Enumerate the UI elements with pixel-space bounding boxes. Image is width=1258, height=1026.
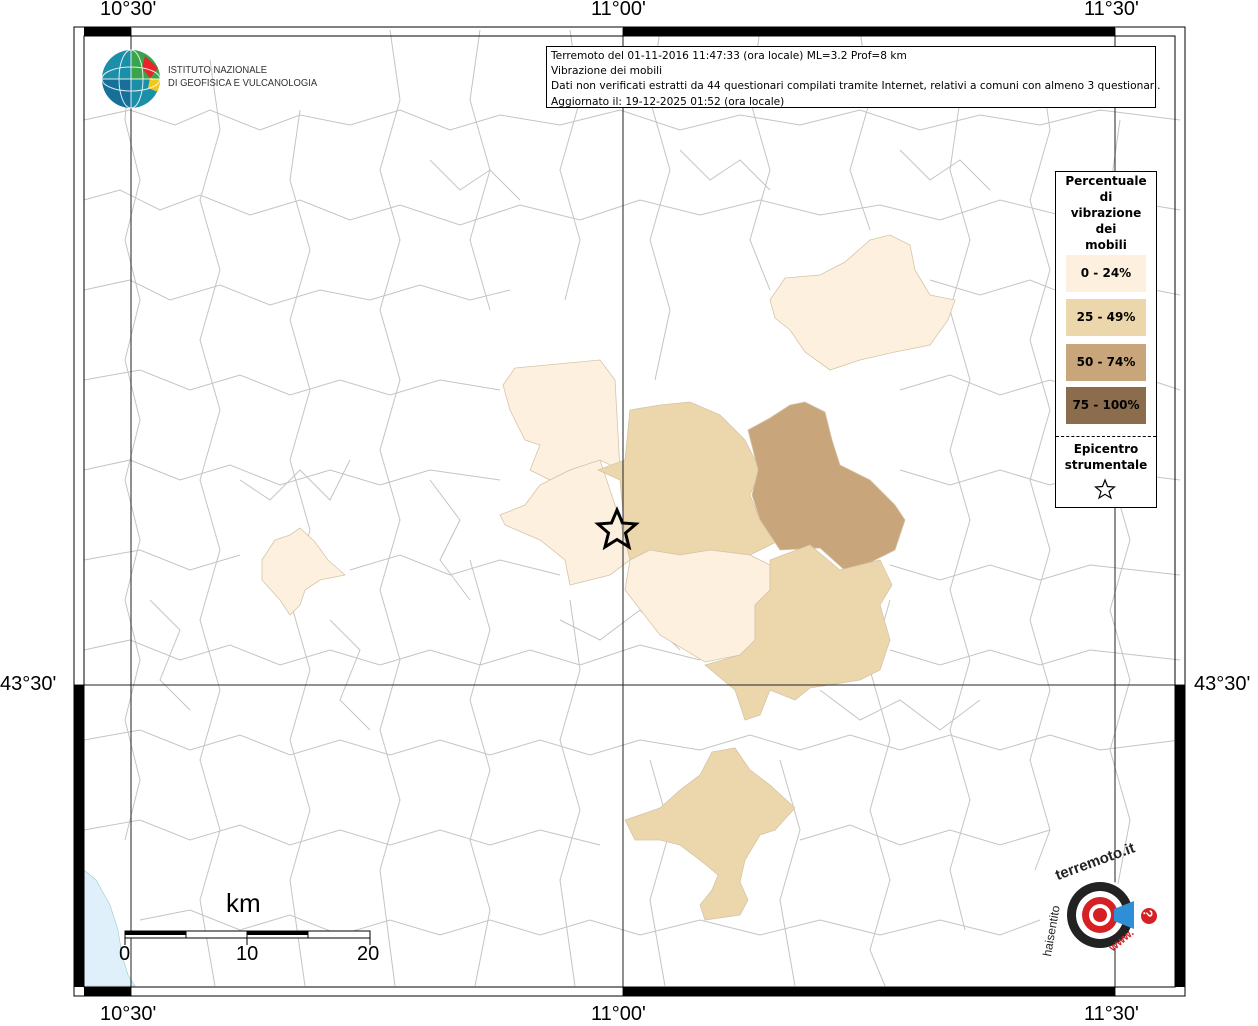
scale-tick-0: 0	[119, 943, 131, 965]
legend-title-line: Percentuale	[1065, 174, 1147, 188]
legend-title-line: di	[1099, 190, 1113, 204]
logo-line-2: DI GEOFISICA E VULCANOLOGIA	[168, 77, 318, 89]
legend-item-0-24: 0 - 24%	[1066, 255, 1146, 292]
lat-label-right: 43°30'	[1194, 673, 1251, 695]
data-note: Dati non verificati estratti da 44 quest…	[551, 80, 1161, 93]
intensity-polygons	[261, 234, 956, 921]
lon-label-top-right: 11°30'	[1084, 0, 1139, 20]
update-time: Aggiornato il: 19-12-2025 01:52 (ora loc…	[551, 95, 785, 108]
ingv-logo: ISTITUTO NAZIONALE DI GEOFISICA E VULCAN…	[100, 48, 320, 110]
legend-title: Percentuale di vibrazione dei mobili	[1056, 173, 1156, 253]
lon-label-bottom-left: 10°30'	[100, 1003, 157, 1025]
globe-icon	[101, 49, 161, 109]
municipality-dark-east	[747, 401, 906, 576]
municipality-light-south	[624, 549, 771, 663]
municipality-light-far-west	[261, 527, 346, 616]
scale-tick-10: 10	[236, 943, 259, 965]
logo-line-1: ISTITUTO NAZIONALE	[168, 64, 268, 76]
legend-title-line: vibrazione	[1070, 206, 1142, 220]
legend-title-line: mobili	[1085, 238, 1127, 252]
municipality-light-northwest	[502, 359, 621, 481]
lon-label-top-center: 11°00'	[591, 0, 646, 20]
legend-item-25-49: 25 - 49%	[1066, 299, 1146, 336]
legend-item-75-100: 75 - 100%	[1066, 387, 1146, 424]
event-title: Terremoto del 01-11-2016 11:47:33 (ora l…	[551, 50, 907, 62]
star-icon	[1094, 478, 1116, 500]
lat-label-left: 43°30'	[0, 673, 57, 695]
event-info-box: Terremoto del 01-11-2016 11:47:33 (ora l…	[546, 46, 1161, 108]
legend-epicenter-label: Epicentro strumentale	[1056, 441, 1156, 473]
legend-item-50-74: 50 - 74%	[1066, 344, 1146, 381]
municipality-medium-south	[624, 747, 796, 921]
lon-label-bottom-right: 11°30'	[1084, 1003, 1139, 1025]
municipality-light-northeast	[769, 234, 956, 371]
sea-area	[83, 869, 136, 987]
legend-epicenter-line: Epicentro	[1073, 442, 1139, 456]
badge-question-mark: ?	[1140, 909, 1156, 918]
legend-separator	[1056, 436, 1156, 437]
scale-tick-20: 20	[357, 943, 380, 965]
legend-epicenter-line: strumentale	[1064, 458, 1148, 472]
lon-label-bottom-center: 11°00'	[591, 1003, 646, 1025]
lon-label-top-left: 10°30'	[100, 0, 157, 20]
legend-title-line: dei	[1095, 222, 1117, 236]
map-subject: Vibrazione dei mobili	[551, 65, 663, 78]
scale-unit: km	[226, 888, 261, 918]
legend: Percentuale di vibrazione dei mobili 0 -…	[1055, 171, 1157, 508]
